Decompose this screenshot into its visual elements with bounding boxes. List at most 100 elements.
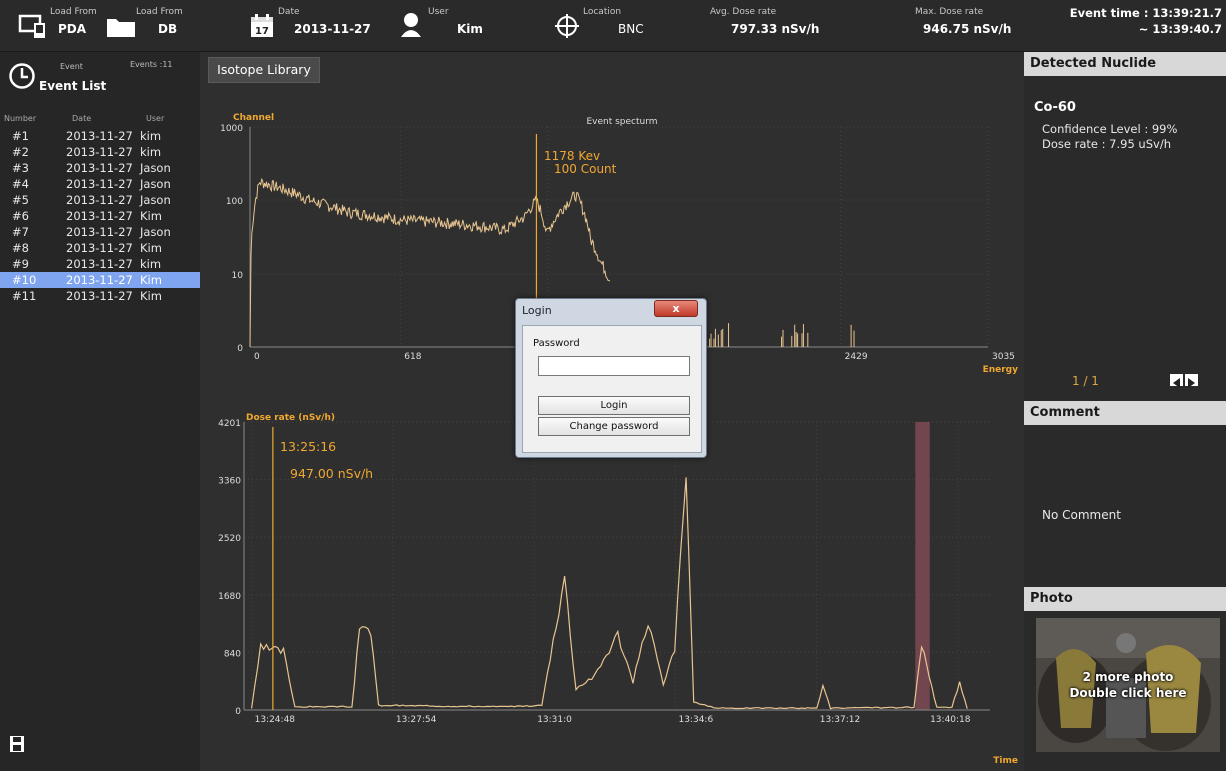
photo-hint-text: Double click here (1069, 686, 1187, 700)
load-from-db-button[interactable]: Load From DB (100, 0, 200, 52)
next-page-button[interactable] (1185, 374, 1198, 388)
event-row[interactable]: #11 2013-11-27 Kim (0, 288, 200, 304)
dose-y-tick: 3360 (218, 477, 241, 487)
photo-thumbnail[interactable]: 2 more photo Double click here (1036, 618, 1220, 752)
change-password-button[interactable]: Change password (538, 417, 690, 436)
dose-y-tick: 0 (235, 707, 241, 717)
event-user: Kim (140, 241, 162, 255)
spectrum-ylabel: Channel (233, 113, 274, 123)
photo-header: Photo (1024, 587, 1226, 611)
login-dialog-title: Login (522, 304, 552, 317)
user-icon (401, 13, 421, 37)
spectrum-marker-count: 100 Count (554, 162, 617, 176)
max-dose-rate-field: Max. Dose rate 946.75 nSv/h (895, 0, 1025, 52)
max-dose-value: 946.75 nSv/h (923, 22, 1012, 36)
event-date: 2013-11-27 (66, 241, 133, 255)
event-user: Jason (140, 161, 171, 175)
col-user: User (146, 114, 165, 123)
event-number: #8 (12, 241, 29, 255)
event-count: Events :11 (130, 60, 173, 69)
right-panel: Detected Nuclide Co-60 Confidence Level … (1024, 52, 1226, 771)
event-row[interactable]: #4 2013-11-27 Jason (0, 176, 200, 192)
col-number: Number (4, 114, 37, 123)
event-row[interactable]: #7 2013-11-27 Jason (0, 224, 200, 240)
dose-y-tick: 2520 (218, 534, 241, 544)
spectrum-marker-energy: 1178 Kev (544, 149, 600, 163)
save-icon[interactable] (10, 736, 24, 752)
dose-x-tick: 13:31:0 (537, 715, 572, 725)
event-date: 2013-11-27 (66, 145, 133, 159)
event-date: 2013-11-27 (66, 129, 133, 143)
event-number: #9 (12, 257, 29, 271)
spectrum-x-tick: 618 (404, 352, 421, 362)
close-button[interactable]: x (654, 300, 698, 317)
dose-x-tick: 13:37:12 (820, 715, 860, 725)
event-row[interactable]: #10 2013-11-27 Kim (0, 272, 200, 288)
location-value: BNC (618, 22, 644, 36)
dose-y-tick: 1680 (218, 592, 241, 602)
spectrum-y-tick: 1000 (220, 124, 243, 134)
photo-image (1036, 618, 1220, 752)
event-row[interactable]: #2 2013-11-27 kim (0, 144, 200, 160)
comment-text: No Comment (1042, 508, 1121, 522)
dose-rate-trace (251, 477, 968, 710)
detected-nuclide-header: Detected Nuclide (1024, 52, 1226, 76)
dose-marker-value: 947.00 nSv/h (290, 466, 373, 481)
spectrum-y-tick: 100 (226, 197, 243, 207)
load-from-pda-button[interactable]: Load From PDA (0, 0, 100, 52)
triangle-right-icon (1188, 378, 1195, 388)
event-row[interactable]: #9 2013-11-27 kim (0, 256, 200, 272)
login-dialog: Login x Password Login Change password (515, 298, 707, 458)
avg-dose-value: 797.33 nSv/h (731, 22, 820, 36)
top-toolbar: Load From PDA Load From DB 17 Date 2013-… (0, 0, 1226, 52)
event-user: kim (140, 257, 162, 271)
prev-page-button[interactable] (1170, 374, 1183, 388)
event-date: 2013-11-27 (66, 193, 133, 207)
dose-x-tick: 13:40:18 (930, 715, 971, 725)
dose-y-tick: 840 (224, 649, 241, 659)
spectrum-title: Event specturm (586, 117, 657, 127)
password-label: Password (533, 338, 580, 349)
spectrum-xlabel: Energy (983, 365, 1019, 375)
confidence-level: Confidence Level : 99% (1042, 122, 1178, 136)
date-field: 17 Date 2013-11-27 (250, 0, 410, 52)
event-row[interactable]: #5 2013-11-27 Jason (0, 192, 200, 208)
event-time-end: ~ 13:39:40.7 (1138, 22, 1222, 36)
event-row[interactable]: #8 2013-11-27 Kim (0, 240, 200, 256)
event-date: 2013-11-27 (66, 177, 133, 191)
event-number: #5 (12, 193, 29, 207)
location-label: Location (583, 7, 622, 17)
event-date: 2013-11-27 (66, 209, 133, 223)
nuclide-pager: 1 / 1 (1072, 374, 1099, 388)
pager-arrows (1170, 374, 1198, 388)
avg-dose-label: Avg. Dose rate (710, 7, 777, 17)
max-dose-label: Max. Dose rate (915, 7, 984, 17)
event-number: #2 (12, 145, 29, 159)
event-number: #6 (12, 209, 29, 223)
event-small-label: Event (60, 62, 83, 71)
event-time-field: Event time : 13:39:21.7 ~ 13:39:40.7 (1030, 0, 1226, 52)
crosshair-icon (555, 14, 579, 38)
nuclide-name: Co-60 (1034, 100, 1076, 115)
event-row[interactable]: #1 2013-11-27 kim (0, 128, 200, 144)
load-pda-label: PDA (58, 22, 87, 36)
event-row[interactable]: #3 2013-11-27 Jason (0, 160, 200, 176)
dose-x-tick: 13:34:6 (678, 715, 713, 725)
load-db-top-label: Load From (136, 7, 183, 17)
login-button[interactable]: Login (538, 396, 690, 415)
dose-ylabel: Dose rate (nSv/h) (246, 413, 335, 423)
event-list-title: Event List (39, 79, 107, 93)
event-user: Jason (140, 225, 171, 239)
user-label: User (428, 7, 449, 17)
dose-y-tick: 4201 (218, 419, 241, 429)
event-row[interactable]: #6 2013-11-27 Kim (0, 208, 200, 224)
event-list-header: Number Date User (0, 114, 200, 126)
spectrum-x-tick: 0 (254, 352, 260, 362)
user-value: Kim (457, 22, 483, 36)
event-date: 2013-11-27 (66, 161, 133, 175)
password-input[interactable] (538, 356, 690, 376)
spectrum-y-tick: 0 (237, 344, 243, 354)
location-field: Location BNC (555, 0, 675, 52)
dose-x-tick: 13:27:54 (396, 715, 437, 725)
dose-marker-time: 13:25:16 (280, 439, 336, 454)
